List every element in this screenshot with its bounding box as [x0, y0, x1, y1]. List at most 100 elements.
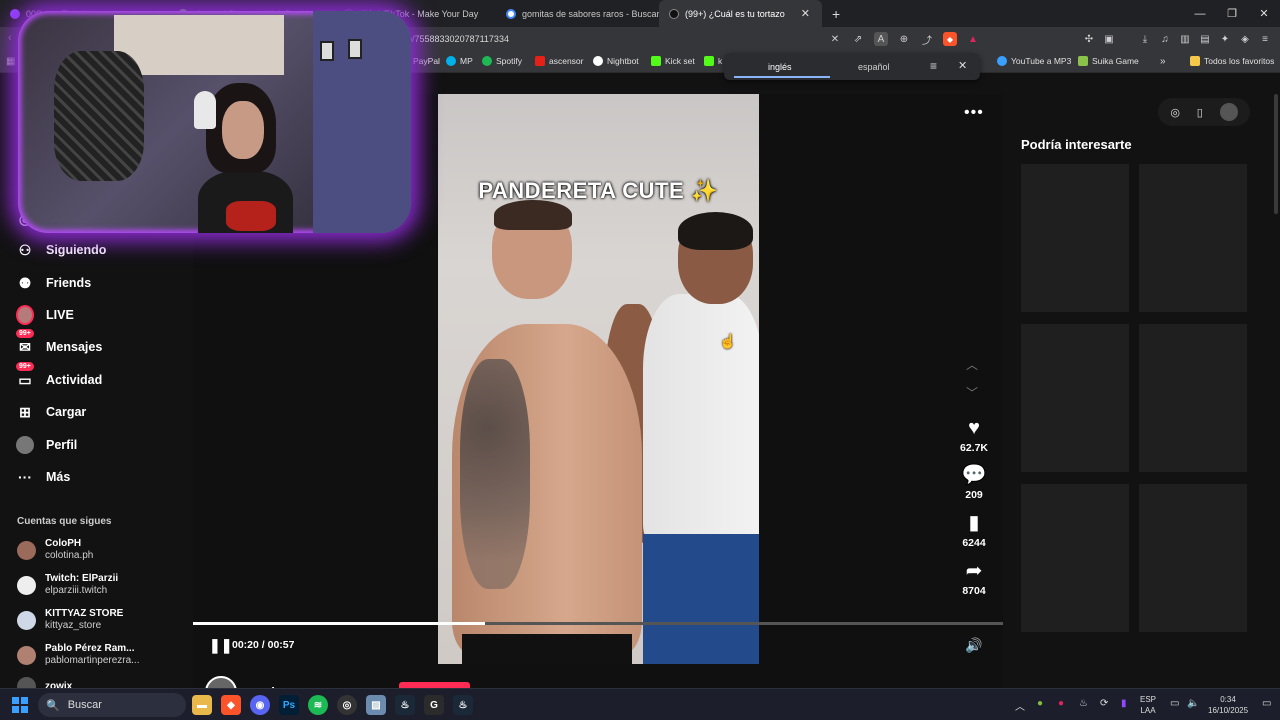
steam-icon[interactable]: ♨	[395, 695, 415, 715]
tray-expand-icon[interactable]: ︿	[1015, 698, 1025, 713]
screenshot-icon[interactable]: ▣	[1102, 32, 1116, 46]
suggestion-card[interactable]	[1021, 324, 1129, 472]
followed-account[interactable]: ColoPH colotina.ph	[17, 538, 93, 562]
bookmark-ascensor[interactable]: ascensor	[535, 56, 584, 66]
tray-app-icon[interactable]: ●	[1058, 698, 1064, 709]
close-tab-icon[interactable]: ✕	[801, 7, 810, 20]
nav-upload[interactable]: ⊞ Cargar	[16, 403, 86, 421]
translate-source-language[interactable]: inglés	[734, 62, 829, 78]
comment-button[interactable]: 💬 209	[949, 463, 999, 501]
translate-options-icon[interactable]: ≡	[930, 59, 937, 73]
suggestion-card[interactable]	[1021, 484, 1129, 632]
followed-account[interactable]: Pablo Pérez Ram... pablomartinperezra...	[17, 643, 140, 667]
media-icon[interactable]: ♫	[1158, 32, 1172, 46]
brave-browser-icon[interactable]: ◆	[221, 695, 241, 715]
explore-icon[interactable]: ◎	[1170, 106, 1180, 119]
windows-start-icon[interactable]	[12, 697, 28, 713]
close-window-icon[interactable]: ✕	[1248, 0, 1280, 27]
tab-active-tiktok-video[interactable]: (99+) ¿Cuál es tu tortazo favo ✕	[659, 0, 822, 27]
more-icon: ···	[18, 469, 32, 485]
taskbar-search[interactable]: 🔍 Buscar	[38, 693, 186, 717]
pause-icon[interactable]: ❚❚	[209, 637, 232, 654]
suggestion-card[interactable]	[1139, 324, 1247, 472]
url-field[interactable]: ideo/7558833020787117334	[395, 34, 509, 44]
sidebar-toggle-icon[interactable]: ▥	[1178, 32, 1192, 46]
suggestion-card[interactable]	[1021, 164, 1129, 312]
photoshop-icon[interactable]: Ps	[279, 695, 299, 715]
bookmark-kick-set[interactable]: Kick set	[651, 56, 695, 66]
bookmark-suika-game[interactable]: Suika Game	[1078, 56, 1139, 66]
nav-live[interactable]: LIVE	[16, 305, 74, 325]
mouse-cursor-icon: ☝	[719, 333, 737, 349]
suggestion-card[interactable]	[1139, 484, 1247, 632]
open-external-icon[interactable]: ⇗	[851, 32, 865, 46]
spotify-app-icon[interactable]: ≋	[308, 695, 328, 715]
menu-icon[interactable]: ≡	[1258, 32, 1272, 46]
translate-target-language[interactable]: español	[858, 62, 890, 72]
mute-site-icon[interactable]: ✕	[828, 32, 842, 46]
tab-google-search[interactable]: gomitas de sabores raros - Buscar co	[496, 0, 659, 27]
bookmark-k[interactable]: k	[704, 56, 722, 66]
vpn-icon[interactable]: ◈	[1238, 32, 1252, 46]
brave-shields-icon[interactable]: ◆	[943, 32, 957, 46]
nav-friends[interactable]: ⚉ Friends	[16, 274, 91, 292]
brave-rewards-icon[interactable]: ▲	[966, 32, 980, 46]
steam-2-icon[interactable]: ♨	[453, 695, 473, 715]
tray-app-icon[interactable]: ●	[1037, 698, 1043, 709]
restore-icon[interactable]: ❐	[1216, 0, 1248, 27]
app-g-icon[interactable]: G	[424, 695, 444, 715]
user-avatar[interactable]	[1219, 103, 1238, 121]
video-frame[interactable]: PANDERETA CUTE ✨	[438, 94, 759, 664]
followed-account[interactable]: KITTYAZ STORE kittyaz_store	[17, 608, 123, 632]
bookmark-all-favorites[interactable]: Todos los favoritos	[1190, 56, 1274, 66]
previous-video-icon[interactable]: ︿	[966, 356, 978, 373]
save-button[interactable]: ▮ 6244	[949, 511, 999, 549]
volume-tray-icon[interactable]: 🔈	[1187, 698, 1199, 709]
download-icon[interactable]: ⤓	[1138, 32, 1152, 46]
wallet-icon[interactable]: ▤	[1198, 32, 1212, 46]
more-bookmarks-icon[interactable]: »	[1160, 56, 1166, 67]
bookmark-youtube-mp3[interactable]: YouTube a MP3	[997, 56, 1071, 66]
new-tab-button[interactable]: +	[822, 0, 850, 27]
nav-activity[interactable]: ▭ 99+ Actividad	[16, 362, 102, 389]
nav-following[interactable]: ⚇ Siguiendo	[16, 241, 107, 259]
nav-label: Más	[46, 470, 71, 484]
device-icon[interactable]: ▯	[1197, 106, 1203, 119]
extensions-icon[interactable]: ✣	[1082, 32, 1096, 46]
share-icon[interactable]: ⤴	[920, 32, 934, 47]
share-button[interactable]: ➦ 8704	[949, 559, 999, 597]
network-icon[interactable]: ▭	[1170, 698, 1179, 709]
file-explorer-icon[interactable]: ▬	[192, 695, 212, 715]
translate-close-icon[interactable]: ✕	[958, 59, 967, 72]
discord-icon[interactable]: ◉	[250, 695, 270, 715]
tray-steam-icon[interactable]: ♨	[1079, 698, 1088, 709]
followed-account[interactable]: Twitch: ElParzii elparziii.twitch	[17, 573, 118, 597]
suggestion-card[interactable]	[1139, 164, 1247, 312]
nav-more[interactable]: ··· Más	[16, 468, 70, 486]
tray-twitch-icon[interactable]: ▮	[1121, 698, 1127, 709]
more-options-icon[interactable]: •••	[964, 104, 984, 122]
back-icon[interactable]: ‹	[8, 32, 12, 44]
leo-ai-icon[interactable]: ✦	[1218, 32, 1232, 46]
apps-grid-icon[interactable]: ▦	[6, 56, 15, 67]
translate-icon[interactable]: A	[874, 32, 888, 46]
like-button[interactable]: ♥ 62.7K	[949, 416, 999, 454]
system-clock[interactable]: 0:34 16/10/2025	[1208, 694, 1248, 716]
notifications-icon[interactable]: ▭	[1262, 698, 1271, 709]
photos-icon[interactable]: ▨	[366, 695, 386, 715]
minimize-icon[interactable]: —	[1184, 0, 1216, 27]
language-indicator[interactable]: ESP LAA	[1140, 694, 1156, 716]
tray-app-icon[interactable]: ⟳	[1100, 698, 1108, 709]
volume-icon[interactable]: 🔊	[965, 637, 982, 654]
video-progress-bar[interactable]	[193, 622, 1003, 625]
next-video-icon[interactable]: ﹀	[966, 384, 978, 401]
following-icon: ⚇	[18, 241, 32, 258]
nav-profile[interactable]: Perfil	[16, 436, 77, 454]
bookmark-nightbot[interactable]: Nightbot	[593, 56, 639, 66]
nav-messages[interactable]: ✉ 99+ Mensajes	[16, 329, 102, 356]
obs-icon[interactable]: ◎	[337, 695, 357, 715]
zoom-icon[interactable]: ⊕	[897, 32, 911, 46]
bookmark-mp[interactable]: MP	[446, 56, 473, 66]
bookmark-spotify[interactable]: Spotify	[482, 56, 522, 66]
page-scrollbar[interactable]	[1274, 94, 1278, 214]
